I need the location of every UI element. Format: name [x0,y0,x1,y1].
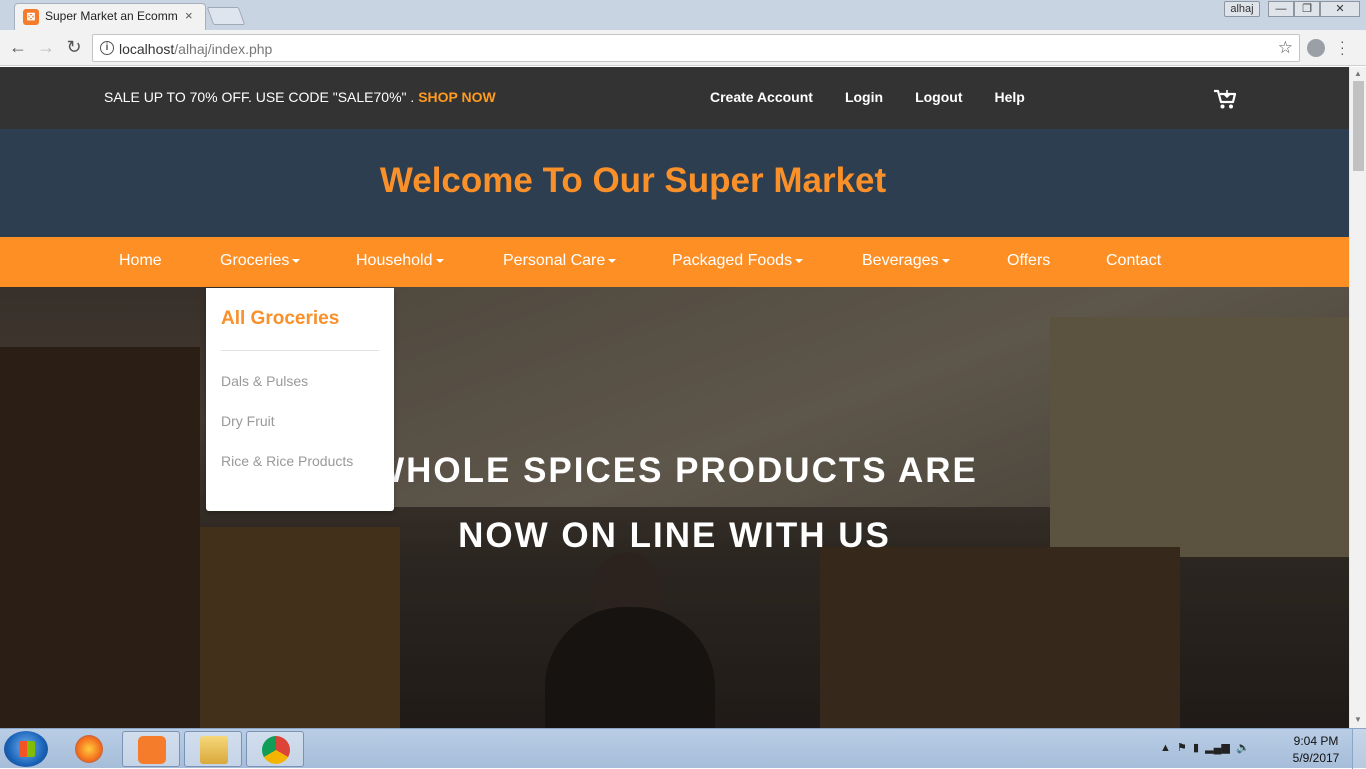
scroll-thumb[interactable] [1353,81,1364,171]
taskbar-firefox[interactable] [60,731,118,767]
start-button[interactable] [4,731,48,767]
hero-headline-2: NOW ON LINE WITH US [458,516,891,555]
hero-banner: WHOLE SPICES PRODUCTS ARE NOW ON LINE WI… [0,287,1349,728]
forward-arrow-icon[interactable]: → [35,37,57,57]
promo-topbar: SALE UP TO 70% OFF. USE CODE "SALE70%" .… [0,67,1349,129]
close-window-button[interactable]: ✕ [1320,1,1360,17]
show-desktop-button[interactable] [1352,729,1366,769]
taskbar-explorer[interactable] [184,731,242,767]
info-icon[interactable]: i [100,41,114,55]
nav-contact[interactable]: Contact [1106,252,1161,270]
dropdown-item-dals-pulses[interactable]: Dals & Pulses [221,373,308,389]
groceries-dropdown-menu: All Groceries Dals & Pulses Dry Fruit Ri… [206,288,394,511]
tab-title: Super Market an Ecommerce [45,9,177,23]
nav-home[interactable]: Home [119,252,162,270]
promo-banner: SALE UP TO 70% OFF. USE CODE "SALE70%" .… [104,89,496,105]
clock-date[interactable]: 5/9/2017 [1290,751,1342,765]
dropdown-divider [221,350,379,351]
taskbar-chrome[interactable] [246,731,304,767]
nav-packaged-foods[interactable]: Packaged Foods [672,252,804,270]
dropdown-item-rice-products[interactable]: Rice & Rice Products [221,453,353,469]
page-scrollbar[interactable]: ▲ ▼ [1349,67,1366,728]
scroll-up-icon[interactable]: ▲ [1354,69,1362,78]
browser-toolbar: ← → ↻ i localhost/alhaj/index.php ☆ · · · [0,30,1366,66]
browser-tab[interactable]: ⊠ Super Market an Ecommerce × [14,3,206,30]
hero-overlay [0,287,1349,728]
maximize-button[interactable]: ❐ [1294,1,1320,17]
promo-text: SALE UP TO 70% OFF. USE CODE "SALE70%" . [104,89,419,105]
clock-time[interactable]: 9:04 PM [1290,734,1342,748]
shop-now-link[interactable]: SHOP NOW [418,89,496,105]
windows-logo-icon [19,741,35,757]
minimize-button[interactable]: — [1268,1,1294,17]
address-bar[interactable]: i localhost/alhaj/index.php ☆ [92,34,1300,62]
bookmark-star-icon[interactable]: ☆ [1278,38,1293,58]
nav-groceries[interactable]: Groceries [220,252,301,270]
nav-beverages[interactable]: Beverages [862,252,950,270]
caret-down-icon [608,258,617,263]
caret-down-icon [435,258,444,263]
new-tab-button[interactable] [206,7,246,25]
dropdown-item-dry-fruit[interactable]: Dry Fruit [221,413,275,429]
xampp-icon [138,736,166,764]
caret-down-icon [795,258,804,263]
nav-household[interactable]: Household [356,252,444,270]
windows-taskbar: ▲ ⚑ ▮ ▂▄▆ 🔈 9:04 PM 5/9/2017 [0,728,1366,769]
login-link[interactable]: Login [845,89,883,105]
nav-personal-care[interactable]: Personal Care [503,252,617,270]
back-arrow-icon[interactable]: ← [7,37,29,57]
cart-icon[interactable] [1213,88,1237,110]
caret-down-icon [941,258,950,263]
main-navigation: Home Groceries Household Personal Care P… [0,237,1349,287]
chrome-icon [262,736,290,764]
help-link[interactable]: Help [994,89,1024,105]
taskbar-xampp[interactable] [122,731,180,767]
dropdown-heading[interactable]: All Groceries [221,308,339,330]
site-header: Welcome To Our Super Market [0,129,1349,237]
scroll-down-icon[interactable]: ▼ [1354,715,1362,724]
web-page: SALE UP TO 70% OFF. USE CODE "SALE70%" .… [0,67,1349,728]
nav-offers[interactable]: Offers [1007,252,1050,270]
tab-close-icon[interactable]: × [185,8,193,23]
logout-link[interactable]: Logout [915,89,962,105]
system-tray[interactable]: ▲ ⚑ ▮ ▂▄▆ 🔈 [1160,741,1250,754]
account-links: Create Account Login Logout Help [710,89,1025,105]
caret-down-icon [292,258,301,263]
profile-badge[interactable]: alhaj [1224,1,1260,17]
reload-icon[interactable]: ↻ [63,37,85,57]
url-text[interactable]: localhost/alhaj/index.php [119,41,272,57]
folder-icon [200,736,228,764]
xampp-favicon-icon: ⊠ [23,9,39,25]
extension-icon[interactable] [1307,39,1325,57]
browser-menu-icon[interactable]: · · · [1340,34,1346,60]
hero-headline-1: WHOLE SPICES PRODUCTS ARE [371,451,978,490]
site-title: Welcome To Our Super Market [379,161,887,200]
browser-titlebar: ⊠ Super Market an Ecommerce × alhaj — ❐ … [0,0,1366,30]
create-account-link[interactable]: Create Account [710,89,813,105]
firefox-icon [75,735,103,763]
